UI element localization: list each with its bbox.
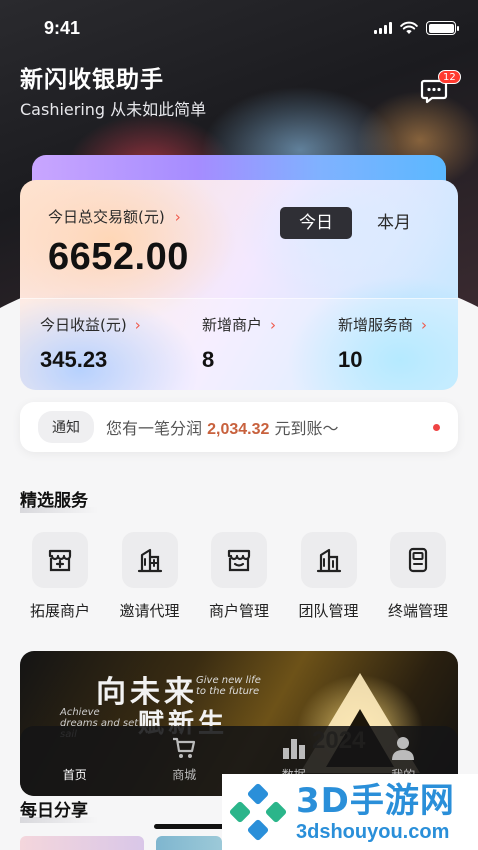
share-card-1[interactable]	[20, 836, 144, 850]
stat-new-merchants-label: 新增商户	[202, 316, 263, 334]
service-label: 邀请代理	[119, 602, 180, 620]
daily-share-title: 每日分享	[20, 796, 98, 823]
share-card-2[interactable]	[156, 836, 222, 850]
chevron-right-icon: ›	[134, 315, 141, 334]
notice-text: 您有一笔分润 2,034.32 元到账～	[106, 415, 338, 439]
services-grid: 拓展商户 邀请代理 商户管理 团队管理 终端管理	[20, 532, 458, 627]
service-expand-merchant[interactable]: 拓展商户	[20, 532, 100, 627]
stat-new-providers[interactable]: 新增服务商 › 10	[338, 314, 427, 373]
unread-dot-icon	[433, 424, 440, 431]
watermark-logo-icon	[229, 783, 287, 841]
status-icons	[374, 21, 459, 35]
watermark-domain: 3dshouyou.com	[296, 821, 450, 843]
store-add-icon	[32, 532, 88, 588]
summary-card: 今日总交易额(元) › 6652.00 今日 本月 今日收益(元) › 345.2…	[20, 180, 458, 390]
service-terminal-management[interactable]: 终端管理	[378, 532, 458, 627]
stat-income-label: 今日收益(元)	[40, 316, 127, 334]
total-amount-label: 今日总交易额(元)	[48, 208, 165, 226]
banner-english-1: Give new life to the future	[196, 675, 261, 697]
chevron-right-icon: ›	[270, 315, 277, 334]
stat-new-merchants-value: 8	[202, 347, 215, 372]
store-manage-icon	[211, 532, 267, 588]
service-label: 终端管理	[387, 602, 448, 620]
service-label: 商户管理	[208, 602, 269, 620]
tab-month[interactable]: 本月	[368, 207, 420, 239]
status-bar: 9:41	[0, 0, 478, 56]
watermark: 3D手游网 3dshouyou.com	[222, 774, 478, 850]
tab-mall[interactable]: 商城	[144, 736, 224, 796]
notice-bar[interactable]: 通知 您有一笔分润 2,034.32 元到账～	[20, 402, 458, 452]
wifi-icon	[400, 21, 418, 34]
home-icon	[62, 736, 88, 760]
total-amount-value: 6652.00	[48, 236, 189, 278]
stat-new-merchants[interactable]: 新增商户 › 8	[202, 314, 276, 373]
service-team-management[interactable]: 团队管理	[289, 532, 369, 627]
tab-label: 首页	[62, 768, 87, 782]
building-add-icon	[121, 532, 178, 588]
cart-icon	[171, 736, 197, 760]
tab-home[interactable]: 首页	[35, 736, 115, 796]
total-amount-link[interactable]: 今日总交易额(元) ›	[48, 206, 181, 227]
cellular-signal-icon	[374, 22, 392, 34]
service-label: 团队管理	[298, 602, 359, 620]
notice-text-after: 元到账～	[269, 419, 339, 438]
chevron-right-icon: ›	[421, 315, 428, 334]
watermark-brand: 3D手游网	[296, 781, 455, 821]
app-subtitle: Cashiering 从未如此简单	[20, 100, 207, 119]
tab-label: 商城	[172, 768, 197, 782]
app-title: 新闪收银助手	[20, 67, 164, 93]
watermark-text: 3D手游网 3dshouyou.com	[296, 781, 455, 843]
service-label: 拓展商户	[29, 602, 90, 620]
chevron-right-icon: ›	[174, 207, 181, 226]
notice-tag: 通知	[38, 411, 94, 443]
notice-text-before: 您有一笔分润	[106, 419, 208, 438]
notice-amount: 2,034.32	[207, 421, 270, 438]
service-invite-agent[interactable]: 邀请代理	[110, 532, 190, 627]
battery-icon	[426, 21, 459, 35]
status-time: 9:41	[44, 17, 81, 38]
building-team-icon	[300, 532, 357, 588]
stat-income[interactable]: 今日收益(元) › 345.23	[40, 314, 141, 373]
message-badge: 12	[438, 70, 461, 84]
stat-income-value: 345.23	[40, 347, 108, 372]
bar-chart-icon	[281, 736, 307, 760]
services-section-title: 精选服务	[20, 486, 98, 513]
tab-today[interactable]: 今日	[280, 207, 352, 239]
user-icon	[390, 736, 416, 760]
service-merchant-management[interactable]: 商户管理	[199, 532, 279, 627]
stat-new-providers-label: 新增服务商	[338, 316, 414, 334]
stat-new-providers-value: 10	[338, 347, 363, 372]
pos-terminal-icon	[390, 532, 446, 588]
